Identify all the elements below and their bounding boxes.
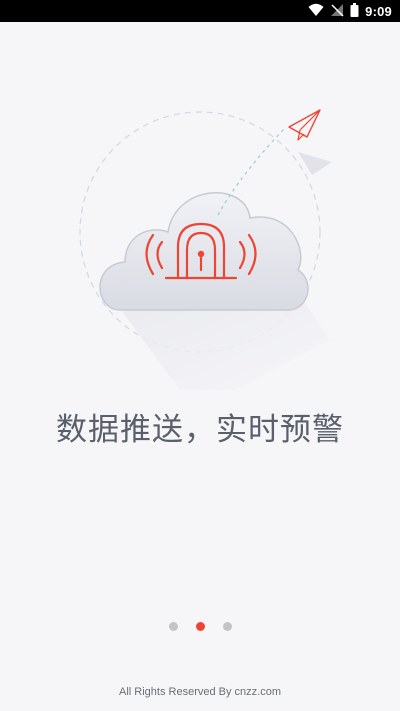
cloud-icon — [99, 192, 309, 311]
signal-off-icon — [330, 2, 344, 21]
page-indicator — [0, 620, 400, 632]
paper-plane-icon — [288, 109, 332, 175]
wifi-icon — [308, 2, 324, 21]
page-dot-1[interactable] — [168, 621, 178, 631]
page-dot-3[interactable] — [222, 621, 232, 631]
status-time: 9:09 — [365, 3, 392, 19]
battery-icon — [350, 2, 359, 21]
copyright-footer: All Rights Reserved By cnzz.com — [119, 686, 281, 698]
onboarding-illustration — [0, 90, 400, 390]
page-dot-2[interactable] — [195, 621, 205, 631]
status-icons: 9:09 — [308, 0, 392, 22]
page-title: 数据推送，实时预警 — [56, 412, 344, 448]
status-bar: 9:09 — [0, 0, 400, 22]
